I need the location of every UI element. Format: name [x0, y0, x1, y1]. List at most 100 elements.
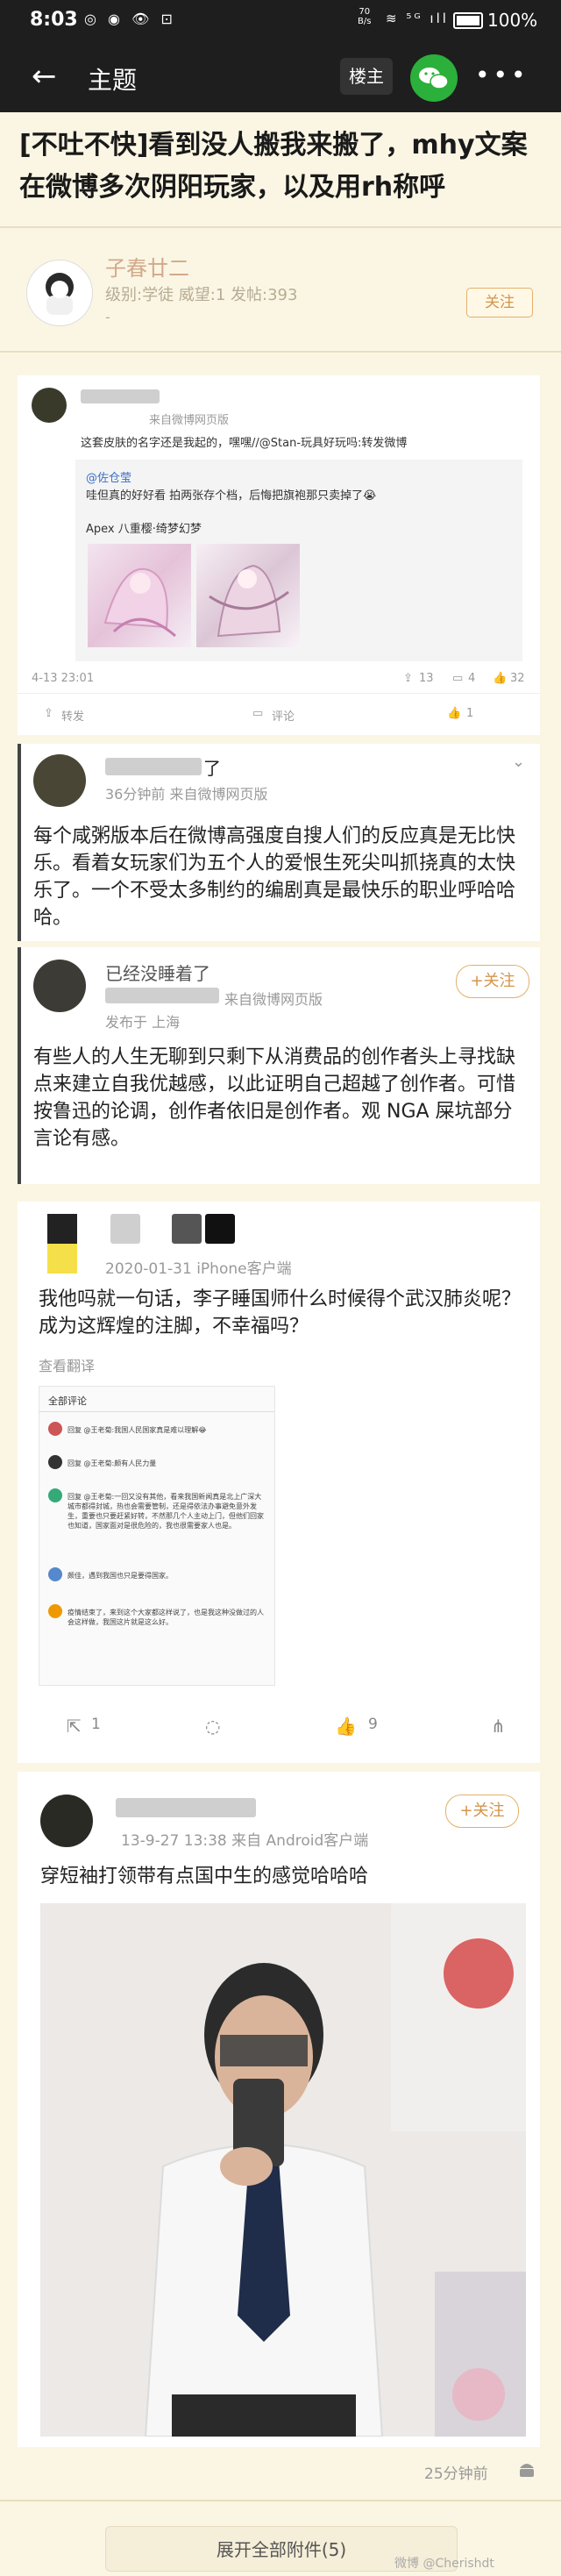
- status-bar: 8:03 ◎ ◉ 👁 ⊡ 70 B/s ≋ ⁵ᴳ ıll 100%: [0, 0, 561, 40]
- divider: [0, 351, 561, 353]
- battery-icon: [453, 12, 483, 29]
- author-info: 级别:学徒 威望:1 发帖:393: [105, 286, 298, 304]
- weibo-screenshot-1: 来自微博网页版 这套皮肤的名字还是我起的，嘿嘿//@Stan-玩具好玩吗:转发微…: [18, 375, 540, 735]
- shot-comment: 回复 @王老菊:一回又没有其他，看来我国新闻真是北上广深大城市都得封城，热也会需…: [67, 1493, 264, 1530]
- chevron-down-icon[interactable]: ⌄: [512, 753, 525, 771]
- comment-count: 4: [468, 672, 476, 685]
- shot-comment: 回复 @王老菊:我国人民国家真是难以理解😂: [67, 1426, 207, 1434]
- post-meta: 36分钟前 来自微博网页版: [105, 786, 268, 803]
- blurred-block: [205, 1214, 235, 1244]
- quoted-post: @佐仓莹 哇但真的好好看 拍两张存个档，后悔把旗袍那只卖掉了😭 Apex 八重樱…: [75, 460, 522, 661]
- like-count: 9: [368, 1716, 378, 1733]
- avatar: [48, 1488, 62, 1502]
- shot-comment: 颇佳，遇到我国也只是要得国家。: [67, 1572, 173, 1580]
- post-meta: 13-9-27 13:38 来自 Android客户端: [121, 1832, 369, 1850]
- follow-button[interactable]: +关注: [445, 1795, 519, 1828]
- blurred-username: [105, 758, 202, 775]
- follow-button[interactable]: 关注: [466, 288, 533, 318]
- more-menu-icon[interactable]: •••: [475, 63, 529, 88]
- shot-comment: 疫情结束了，来到这个大家都这样说了，也是我这种没做过的人会这样做，我国这片就是这…: [67, 1609, 264, 1626]
- comment-screenshot[interactable]: 全部评论 回复 @王老菊:我国人民国家真是难以理解😂 回复 @王老菊:颇有人民力…: [39, 1386, 275, 1686]
- avatar: [48, 1422, 62, 1436]
- username: 已经没睡着了: [105, 963, 210, 984]
- louzhu-button[interactable]: 楼主: [340, 58, 393, 95]
- avatar: [48, 1604, 62, 1618]
- post-location: 发布于 上海: [105, 1014, 181, 1031]
- comment-icon[interactable]: ▭: [452, 672, 463, 685]
- follow-button[interactable]: +关注: [456, 965, 529, 998]
- like-label: 1: [466, 707, 474, 720]
- post-meta: 来自微博网页版: [224, 991, 323, 1008]
- like-count: 32: [510, 672, 525, 685]
- share-network-icon[interactable]: ⋔: [491, 1716, 506, 1737]
- divider: [39, 1411, 274, 1412]
- avatar: [32, 388, 67, 423]
- skin-image[interactable]: [88, 544, 191, 647]
- notification-icons: ◎ ◉ 👁 ⊡: [84, 11, 176, 27]
- blurred-meta: [105, 988, 219, 1003]
- avatar[interactable]: [26, 260, 93, 326]
- avatar: [40, 1795, 93, 1847]
- author-extra: -: [105, 309, 110, 325]
- repost-icon[interactable]: ⇪: [44, 707, 53, 720]
- username-tail: 了: [203, 758, 221, 779]
- post-body: 穿短袖打领带有点国中生的感觉哈哈哈: [40, 1866, 369, 1887]
- post-body: 我他吗就一句话，李子睡国师什么时候得个武汉肺炎呢？成为这辉煌的注脚，不幸福吗？: [39, 1288, 522, 1338]
- watermark: 微博 @Cherishdt: [394, 2557, 494, 2571]
- comment-label[interactable]: 评论: [272, 707, 295, 724]
- weibo-screenshot-5: 13-9-27 13:38 来自 Android客户端 +关注 穿短袖打领带有点…: [18, 1772, 540, 2447]
- shot-comment: 回复 @王老菊:颇有人民力量: [67, 1459, 157, 1467]
- clock: 8:03: [30, 9, 78, 31]
- translate-link[interactable]: 查看翻译: [39, 1354, 95, 1375]
- weibo-screenshot-4: 2020-01-31 iPhone客户端 我他吗就一句话，李子睡国师什么时候得个…: [18, 1202, 540, 1763]
- caption: Apex 八重樱·绮梦幻梦: [86, 523, 202, 536]
- quote-text: 哇但真的好好看 拍两张存个档，后悔把旗袍那只卖掉了😭: [86, 489, 377, 503]
- blurred-username: [81, 389, 160, 403]
- source-label: 来自微博网页版: [149, 414, 230, 427]
- like-icon[interactable]: 👍: [493, 672, 507, 685]
- page-title: 主题: [88, 66, 138, 95]
- blurred-block: [110, 1214, 140, 1244]
- share-count: 13: [419, 672, 434, 685]
- repost-label[interactable]: 转发: [61, 707, 84, 724]
- back-arrow-icon[interactable]: ←: [32, 61, 57, 91]
- avatar-block: [47, 1244, 77, 1274]
- repost-text: 这套皮肤的名字还是我起的，嘿嘿//@Stan-玩具好玩吗:转发微博: [81, 437, 408, 450]
- avatar: [33, 960, 86, 1012]
- post-date: 4-13 23:01: [32, 672, 95, 685]
- share-count: 1: [91, 1716, 101, 1733]
- divider: [0, 226, 561, 228]
- comment-icon[interactable]: ◌: [205, 1716, 220, 1737]
- mention[interactable]: @佐仓莹: [86, 468, 131, 485]
- avatar: [48, 1567, 62, 1581]
- weibo-screenshot-2: 了 36分钟前 来自微博网页版 ⌄ 每个咸粥版本后在微博高强度自搜人们的反应真是…: [18, 744, 540, 941]
- avatar: [47, 1214, 77, 1244]
- nav-bar: ← 主题 楼主 •••: [0, 40, 561, 112]
- share-icon[interactable]: ⇱: [67, 1716, 82, 1737]
- wechat-icon[interactable]: [410, 54, 458, 102]
- divider: [18, 693, 540, 694]
- comment-icon[interactable]: ▭: [252, 707, 263, 720]
- android-icon: [517, 2459, 536, 2483]
- post-meta: 2020-01-31 iPhone客户端: [105, 1260, 292, 1278]
- like-icon[interactable]: 👍: [447, 707, 461, 720]
- avatar: [33, 754, 86, 807]
- battery-percent: 100%: [487, 10, 538, 31]
- selfie-photo[interactable]: [40, 1903, 526, 2437]
- skin-image[interactable]: [196, 544, 300, 647]
- post-body: 有些人的人生无聊到只剩下从消费品的创作者头上寻找缺点来建立自我优越感，以此证明自…: [33, 1046, 516, 1150]
- blurred-username: [116, 1798, 256, 1817]
- like-icon[interactable]: 👍: [335, 1716, 357, 1737]
- author-name[interactable]: 子春廿二: [105, 251, 189, 282]
- blurred-block: [172, 1214, 202, 1244]
- signal-icons: ≋ ⁵ᴳ ıll: [386, 11, 449, 26]
- post-title: [不吐不快]看到没人搬我来搬了，mhy文案在微博多次阴阳玩家，以及用rh称呼: [19, 130, 528, 203]
- divider: [0, 2500, 561, 2501]
- avatar: [48, 1455, 62, 1469]
- weibo-screenshot-3: 已经没睡着了 来自微博网页版 发布于 上海 +关注 有些人的人生无聊到只剩下从消…: [18, 947, 540, 1184]
- post-body: 每个咸粥版本后在微博高强度自搜人们的反应真是无比快乐。看着女玩家们为五个人的爱恨…: [33, 825, 516, 929]
- net-speed: 70 B/s: [358, 7, 372, 26]
- post-time: 25分钟前: [424, 2465, 488, 2483]
- shot-header: 全部评论: [48, 1395, 87, 1407]
- share-icon[interactable]: ⇪: [403, 672, 413, 685]
